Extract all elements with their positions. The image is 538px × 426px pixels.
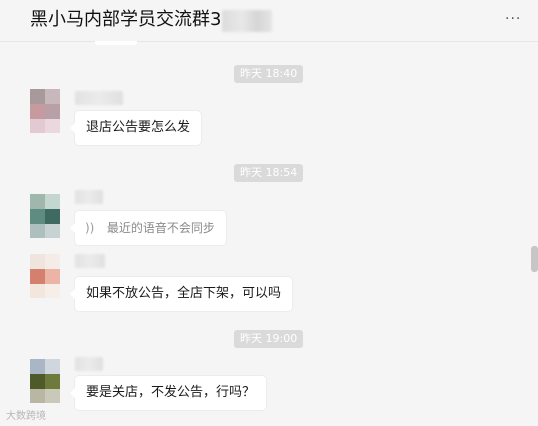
timestamp: 昨天 18:54 [234,164,304,182]
chat-title: 黑小马内部学员交流群3 [30,9,222,30]
avatar[interactable] [30,194,60,238]
timestamp: 昨天 19:00 [234,330,304,348]
message-bubble[interactable]: 要是关店，不发公告，行吗？ [69,376,267,410]
voice-wave-icon: )) [85,221,95,235]
scrollbar-thumb[interactable] [531,246,538,272]
voice-message-bubble[interactable]: )) 最近的语音不会同步 [70,211,226,245]
timestamp: 昨天 18:40 [234,65,304,83]
voice-message-text: 最近的语音不会同步 [106,221,215,235]
avatar[interactable] [30,359,60,403]
chat-header: 黑小马内部学员交流群3 ··· [0,0,538,42]
sender-name-redaction [75,357,103,371]
sender-name-redaction [75,254,105,268]
message-bubble[interactable]: 如果不放公告，全店下架，可以吗 [69,277,293,311]
title-redaction [222,10,272,32]
avatar[interactable] [30,89,60,133]
message-bubble[interactable]: 退店公告要怎么发 [69,111,202,145]
previous-bubble-edge [95,41,137,45]
avatar[interactable] [30,254,60,298]
sender-name-redaction [75,91,123,105]
sender-name-redaction [75,190,103,204]
watermark: 大数跨境 [6,411,46,422]
more-dots-icon[interactable]: ··· [505,12,525,26]
